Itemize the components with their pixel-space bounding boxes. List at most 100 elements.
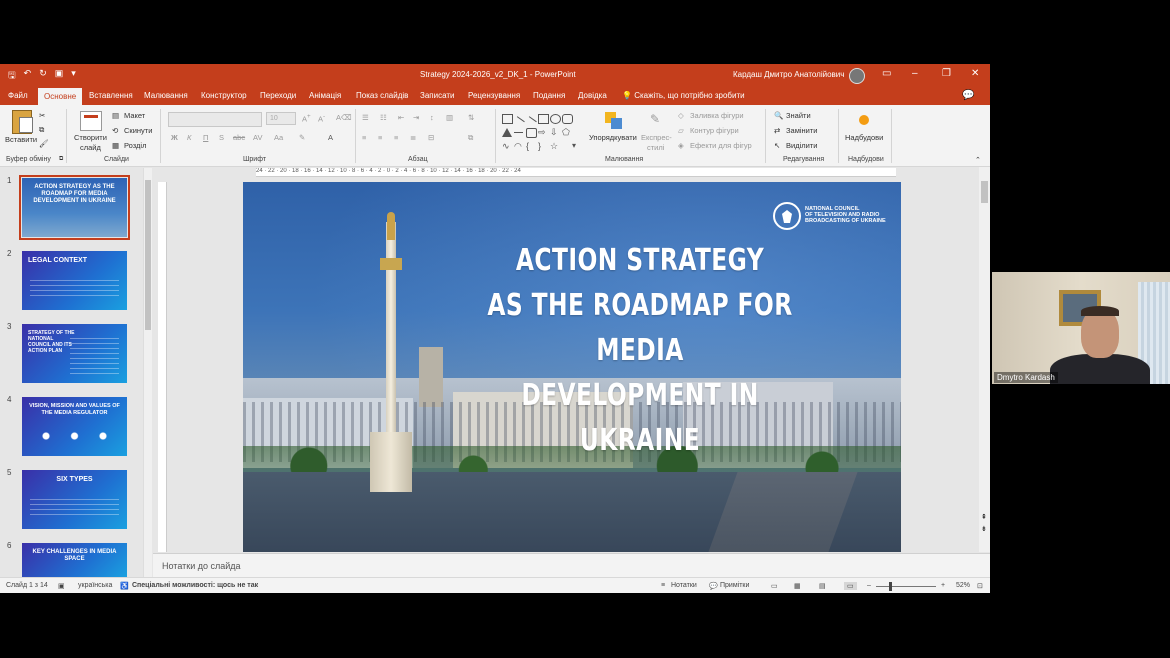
fit-slide-icon[interactable]: ⊡ bbox=[977, 582, 983, 590]
zoom-in-icon[interactable]: + bbox=[941, 582, 945, 589]
line-spacing-icon[interactable]: ↕ bbox=[430, 113, 434, 122]
font-size-field[interactable]: 10 bbox=[266, 112, 296, 125]
tell-me-search[interactable]: 💡 Скажіть, що потрібно зробити bbox=[622, 91, 745, 100]
slide-sorter-icon[interactable]: ▦ bbox=[794, 582, 801, 590]
grow-font-icon[interactable]: A+ bbox=[302, 113, 311, 124]
decrease-indent-icon[interactable]: ⇤ bbox=[398, 113, 404, 122]
thumbnails-scrollbar[interactable] bbox=[143, 168, 152, 577]
scrollbar-knob[interactable] bbox=[981, 181, 988, 203]
normal-view-icon[interactable]: ▭ bbox=[771, 582, 778, 590]
tab-review[interactable]: Рецензування bbox=[468, 91, 520, 100]
notes-pane[interactable]: Нотатки до слайда bbox=[153, 553, 990, 578]
zoom-slider[interactable] bbox=[876, 586, 936, 587]
quick-styles-button[interactable]: Експрес- bbox=[641, 133, 672, 142]
save-icon[interactable]: 🖫 bbox=[8, 68, 16, 84]
font-color-icon[interactable]: A bbox=[328, 133, 333, 142]
arrange-icon[interactable] bbox=[605, 112, 623, 130]
bullets-icon[interactable]: ☰ bbox=[362, 113, 369, 122]
shape-effects-button[interactable]: Ефекти для фігур bbox=[690, 141, 752, 150]
highlight-icon[interactable]: ✎ bbox=[299, 133, 305, 142]
slideshow-view-icon[interactable]: ▭ bbox=[844, 582, 857, 590]
slide-thumbnail-3[interactable]: STRATEGY OF THE NATIONAL COUNCIL AND ITS… bbox=[22, 324, 127, 383]
shape-outline-button[interactable]: Контур фігури bbox=[690, 126, 739, 135]
slideshow-icon[interactable]: ▣ bbox=[55, 68, 64, 84]
underline-icon[interactable]: П bbox=[203, 133, 208, 142]
shape-brace-left[interactable]: { bbox=[526, 142, 535, 151]
tab-draw[interactable]: Малювання bbox=[144, 91, 188, 100]
align-center-icon[interactable]: ≡ bbox=[378, 133, 382, 142]
slide-thumbnail-2[interactable]: LEGAL CONTEXT bbox=[22, 251, 127, 310]
close-icon[interactable]: ✕ bbox=[971, 68, 979, 79]
minimize-icon[interactable]: – bbox=[912, 68, 918, 79]
tab-view[interactable]: Подання bbox=[533, 91, 565, 100]
shape-rounded-rect[interactable] bbox=[562, 114, 573, 124]
addins-icon[interactable] bbox=[859, 115, 869, 125]
align-text-icon[interactable]: ⊟ bbox=[428, 133, 434, 142]
tab-file[interactable]: Файл bbox=[8, 91, 28, 100]
participant-video[interactable]: Dmytro Kardash bbox=[992, 272, 1170, 384]
paste-button[interactable]: Вставити bbox=[5, 135, 37, 144]
shape-connector[interactable] bbox=[514, 132, 523, 141]
font-name-field[interactable] bbox=[168, 112, 262, 127]
layout-button[interactable]: Макет bbox=[124, 111, 145, 120]
tab-transitions[interactable]: Переходи bbox=[260, 91, 296, 100]
find-button[interactable]: Знайти bbox=[786, 111, 811, 120]
slide-title[interactable]: ACTION STRATEGY AS THE ROADMAP FOR MEDIA… bbox=[486, 238, 793, 463]
shape-curve[interactable]: ∿ bbox=[502, 142, 511, 151]
tab-design[interactable]: Конструктор bbox=[201, 91, 247, 100]
shapes-more-icon[interactable]: ▾ bbox=[572, 142, 581, 150]
current-slide[interactable]: NATIONAL COUNCIL OF TELEVISION AND RADIO… bbox=[243, 182, 901, 552]
maximize-icon[interactable]: ❐ bbox=[942, 68, 951, 79]
user-avatar[interactable] bbox=[849, 68, 865, 84]
clipboard-launcher-icon[interactable]: ⧉ bbox=[59, 156, 63, 163]
accessibility-status[interactable]: Спеціальні можливості: щось не так bbox=[132, 582, 258, 589]
new-slide-button[interactable]: Створити bbox=[74, 133, 107, 142]
shrink-font-icon[interactable]: A- bbox=[318, 113, 325, 124]
shape-arc[interactable]: ◠ bbox=[514, 142, 523, 151]
reading-view-icon[interactable]: ▤ bbox=[819, 582, 826, 590]
shape-right-arrow[interactable]: ⇨ bbox=[538, 128, 547, 137]
scrollbar-knob[interactable] bbox=[145, 180, 151, 330]
strikethrough-icon[interactable]: abc bbox=[233, 133, 245, 142]
shape-triangle[interactable] bbox=[502, 128, 512, 137]
shape-fill-button[interactable]: Заливка фігури bbox=[690, 111, 744, 120]
collapse-ribbon-icon[interactable]: ⌃ bbox=[975, 156, 981, 164]
reset-button[interactable]: Скинути bbox=[124, 126, 152, 135]
shape-brace-right[interactable]: } bbox=[538, 142, 547, 151]
align-right-icon[interactable]: ≡ bbox=[394, 133, 398, 142]
copy-icon[interactable]: ⧉ bbox=[39, 125, 44, 135]
slide-thumbnail-1[interactable]: ACTION STRATEGY AS THE ROADMAP FOR MEDIA… bbox=[19, 175, 130, 240]
notes-button[interactable]: Нотатки bbox=[671, 582, 697, 589]
section-button[interactable]: Розділ bbox=[124, 141, 146, 150]
smartart-icon[interactable]: ⧉ bbox=[468, 133, 473, 143]
redo-icon[interactable]: ↻ bbox=[39, 68, 47, 84]
format-painter-icon[interactable]: 🖌 bbox=[39, 139, 49, 148]
arrange-button[interactable]: Упорядкувати bbox=[589, 133, 637, 142]
char-spacing-icon[interactable]: AV bbox=[253, 133, 262, 142]
shape-callout[interactable] bbox=[526, 128, 537, 138]
comments-icon[interactable]: 💬 bbox=[962, 90, 974, 101]
spellcheck-icon[interactable]: ▣ bbox=[58, 582, 65, 590]
shapes-gallery[interactable]: ⇨ ⇩ ⬠ ∿ ◠ { } ☆ ▾ bbox=[500, 112, 584, 152]
numbering-icon[interactable]: ☷ bbox=[380, 113, 387, 122]
increase-indent-icon[interactable]: ⇥ bbox=[413, 113, 419, 122]
shape-star[interactable]: ☆ bbox=[550, 142, 559, 151]
comments-button[interactable]: Примітки bbox=[720, 582, 749, 589]
prev-slide-icon[interactable]: ⇞ bbox=[981, 513, 987, 521]
quick-styles-button-line2[interactable]: стилі bbox=[647, 143, 664, 152]
ribbon-display-icon[interactable]: ▭ bbox=[882, 68, 891, 79]
zoom-out-icon[interactable]: – bbox=[867, 582, 871, 589]
tab-record[interactable]: Записати bbox=[420, 91, 455, 100]
select-button[interactable]: Виділити bbox=[786, 141, 817, 150]
slide-thumbnail-5[interactable]: SIX TYPES bbox=[22, 470, 127, 529]
quick-styles-icon[interactable]: ✎ bbox=[650, 112, 660, 126]
text-direction-icon[interactable]: ⇅ bbox=[468, 113, 474, 122]
zoom-level[interactable]: 52% bbox=[956, 582, 970, 589]
cut-icon[interactable]: ✂ bbox=[39, 111, 45, 120]
shape-pentagon[interactable]: ⬠ bbox=[562, 128, 571, 137]
clear-formatting-icon[interactable]: A⌫ bbox=[336, 113, 352, 122]
new-slide-button-line2[interactable]: слайд bbox=[80, 143, 101, 152]
tab-home[interactable]: Основне bbox=[38, 88, 83, 105]
canvas-scrollbar[interactable]: ⇞ ⇟ bbox=[979, 167, 990, 552]
undo-icon[interactable]: ↶ bbox=[24, 68, 32, 84]
